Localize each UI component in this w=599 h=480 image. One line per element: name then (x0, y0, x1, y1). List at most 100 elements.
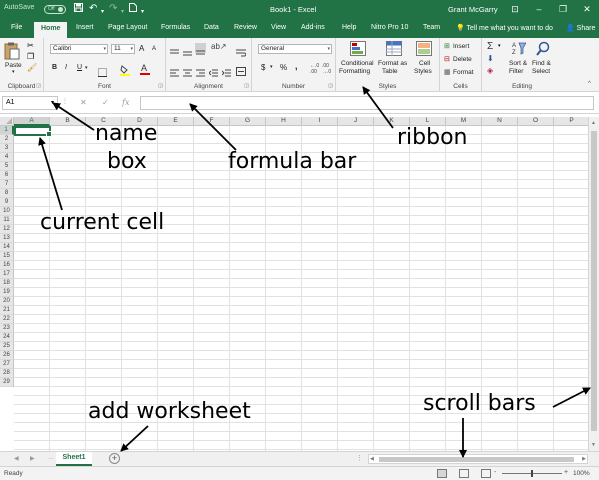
sort-filter-line1[interactable]: Sort & (509, 60, 527, 67)
tab-split-icon[interactable]: ⋮ (356, 454, 363, 462)
percent-button[interactable]: % (280, 63, 287, 72)
number-launcher-icon[interactable]: ◲ (328, 83, 333, 89)
scroll-right-icon[interactable]: ▶ (582, 455, 586, 463)
sheet-next-icon[interactable]: ▶ (30, 455, 35, 462)
tab-file[interactable]: File (11, 24, 22, 31)
cancel-icon[interactable]: ✕ (80, 98, 87, 107)
grow-font-button[interactable]: A (139, 44, 144, 53)
format-as-table-line2[interactable]: Table (382, 68, 398, 75)
align-top-icon[interactable] (170, 44, 179, 62)
horizontal-scrollbar[interactable]: ◀ ▶ (368, 454, 588, 464)
column-header[interactable]: F (194, 117, 230, 126)
paste-dropdown-icon[interactable]: ▾ (12, 69, 15, 75)
sheet-tab[interactable]: Sheet1 (56, 452, 92, 466)
tab-add-ins[interactable]: Add-ins (301, 24, 325, 31)
column-header[interactable]: A (14, 117, 50, 126)
increase-decimal-icon[interactable]: ←.0.00 (310, 63, 319, 75)
align-right-icon[interactable] (196, 64, 205, 82)
row-header[interactable]: 12 (0, 225, 14, 234)
select-all-corner[interactable] (0, 117, 14, 126)
tell-me-search[interactable]: 💡 Tell me what you want to do (456, 24, 553, 32)
column-header[interactable]: G (230, 117, 266, 126)
share-button[interactable]: 👤 Share (566, 24, 595, 32)
alignment-launcher-icon[interactable]: ◲ (244, 83, 249, 89)
font-family-select[interactable]: Calibri ▾ (50, 44, 108, 54)
tab-home[interactable]: Home (34, 22, 68, 38)
scroll-left-icon[interactable]: ◀ (370, 455, 374, 463)
row-header[interactable]: 27 (0, 360, 14, 369)
decrease-decimal-icon[interactable]: .00 →.0 (322, 63, 331, 75)
tab-view[interactable]: View (271, 24, 286, 31)
tab-formulas[interactable]: Formulas (161, 24, 190, 31)
undo-icon[interactable]: ↶ (89, 3, 97, 15)
row-header[interactable]: 11 (0, 216, 14, 225)
tab-nitro-pro[interactable]: Nitro Pro 10 (371, 24, 408, 31)
sort-filter-line2[interactable]: Filter (509, 68, 523, 75)
column-header[interactable]: B (50, 117, 86, 126)
delete-cells-button[interactable]: Delete (453, 56, 472, 63)
normal-view-icon[interactable] (437, 469, 447, 478)
insert-function-icon[interactable]: fx (122, 98, 129, 107)
column-header[interactable]: P (554, 117, 588, 126)
current-cell[interactable] (14, 126, 52, 137)
format-painter-icon[interactable]: 🖌 (27, 63, 37, 72)
column-header[interactable]: I (302, 117, 338, 126)
copy-icon[interactable]: ❐ (27, 52, 34, 61)
page-layout-view-icon[interactable] (459, 469, 469, 478)
format-cells-button[interactable]: Format (453, 69, 474, 76)
name-box[interactable]: A1 ▾ (2, 96, 58, 110)
borders-icon[interactable] (98, 64, 107, 82)
comma-style-button[interactable]: , (295, 61, 298, 71)
wrap-text-icon[interactable] (236, 44, 247, 62)
tab-review[interactable]: Review (234, 24, 257, 31)
row-header[interactable]: 10 (0, 207, 14, 216)
underline-dropdown-icon[interactable]: ▾ (85, 65, 88, 71)
horizontal-scroll-thumb[interactable] (379, 457, 574, 462)
find-select-line1[interactable]: Find & (532, 60, 551, 67)
row-header[interactable]: 26 (0, 351, 14, 360)
row-header[interactable]: 5 (0, 162, 14, 171)
currency-dropdown-icon[interactable]: ▾ (270, 64, 273, 70)
user-name[interactable]: Grant McGarry (448, 5, 498, 14)
format-as-table-line1[interactable]: Format as (378, 60, 407, 67)
save-icon[interactable] (74, 3, 83, 16)
conditional-formatting-line2[interactable]: Formatting (339, 68, 370, 75)
sheet-prev-icon[interactable]: ◀ (14, 455, 19, 462)
clipboard-launcher-icon[interactable]: ◲ (36, 83, 41, 89)
row-header[interactable]: 22 (0, 315, 14, 324)
autosum-icon[interactable]: Σ (487, 41, 493, 52)
column-header[interactable]: O (518, 117, 554, 126)
tab-insert[interactable]: Insert (76, 24, 94, 31)
formula-input[interactable] (140, 96, 594, 110)
decrease-indent-icon[interactable] (208, 64, 218, 82)
tab-team[interactable]: Team (423, 24, 440, 31)
row-header[interactable]: 19 (0, 288, 14, 297)
row-header[interactable]: 9 (0, 198, 14, 207)
zoom-in-button[interactable]: + (564, 469, 568, 476)
sheet-more-icon[interactable]: … (48, 455, 54, 461)
row-header[interactable]: 1 (0, 126, 14, 135)
shrink-font-button[interactable]: A (152, 46, 156, 52)
row-header[interactable]: 3 (0, 144, 14, 153)
close-icon[interactable]: ✕ (580, 3, 594, 15)
align-bottom-icon[interactable] (195, 43, 206, 55)
row-header[interactable]: 14 (0, 243, 14, 252)
insert-cells-button[interactable]: Insert (453, 43, 469, 50)
align-center-icon[interactable] (183, 64, 192, 82)
row-header[interactable]: 13 (0, 234, 14, 243)
find-select-line2[interactable]: Select (532, 68, 550, 75)
minimize-icon[interactable]: – (532, 3, 546, 15)
row-header[interactable]: 21 (0, 306, 14, 315)
number-format-select[interactable]: General ▾ (258, 44, 332, 54)
orientation-icon[interactable]: ab↗ (211, 42, 227, 51)
tab-help[interactable]: Help (342, 24, 356, 31)
row-header[interactable]: 24 (0, 333, 14, 342)
column-header[interactable]: E (158, 117, 194, 126)
row-header[interactable]: 29 (0, 378, 14, 387)
zoom-slider-handle[interactable] (531, 470, 533, 477)
fill-color-icon[interactable] (120, 63, 130, 81)
row-header[interactable]: 4 (0, 153, 14, 162)
row-header[interactable]: 28 (0, 369, 14, 378)
undo-dropdown-icon[interactable]: ▾ (101, 6, 104, 18)
column-header[interactable]: N (482, 117, 518, 126)
